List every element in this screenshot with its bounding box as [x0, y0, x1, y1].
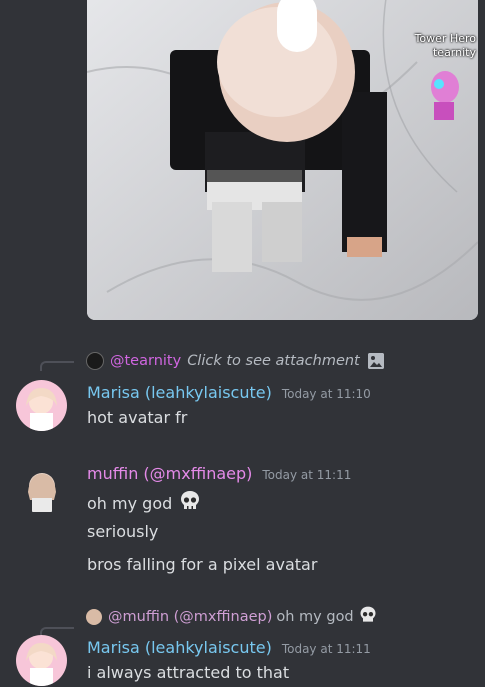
message-text: i always attracted to that: [87, 663, 290, 682]
message-text: seriously: [87, 522, 159, 541]
reply-preview-2[interactable]: @muffin (@mxffinaep) oh my god: [86, 605, 378, 629]
skull-emoji-icon: [358, 605, 378, 629]
skull-emoji-icon: [178, 489, 202, 517]
reply-avatar: [86, 352, 104, 370]
reply-text[interactable]: Click to see attachment: [187, 353, 360, 369]
image-attachment[interactable]: Tower Hero tearnity: [87, 0, 478, 320]
message-text: bros falling for a pixel avatar: [87, 555, 318, 574]
overlay-line-2: tearnity: [432, 46, 476, 59]
reply-username[interactable]: @muffin (@mxffinaep): [108, 609, 272, 625]
reply-text[interactable]: oh my god: [276, 609, 353, 625]
message-header-3: Marisa (leahkylaiscute) Today at 11:11: [87, 638, 371, 657]
username[interactable]: Marisa (leahkylaiscute): [87, 383, 272, 402]
image-icon: [367, 353, 384, 369]
reply-avatar: [86, 609, 102, 625]
reply-spine: [40, 361, 74, 371]
reply-preview-1[interactable]: @tearnity Click to see attachment: [86, 351, 384, 371]
overlay-line-1: Tower Hero: [414, 32, 476, 45]
avatar[interactable]: [20, 470, 64, 514]
timestamp[interactable]: Today at 11:11: [282, 642, 371, 656]
timestamp[interactable]: Today at 11:10: [282, 387, 371, 401]
reply-username[interactable]: @tearnity: [110, 353, 181, 369]
attachment-overlay-text: Tower Hero tearnity: [415, 32, 476, 60]
avatar[interactable]: [16, 635, 67, 686]
username[interactable]: muffin (@mxffinaep): [87, 464, 252, 483]
username[interactable]: Marisa (leahkylaiscute): [87, 638, 272, 657]
message-line: oh my god: [87, 489, 202, 517]
message-text: hot avatar fr: [87, 408, 188, 427]
avatar[interactable]: [16, 380, 67, 431]
message-text: oh my god: [87, 493, 173, 513]
message-header-2: muffin (@mxffinaep) Today at 11:11: [87, 464, 351, 483]
timestamp[interactable]: Today at 11:11: [262, 468, 351, 482]
message-header-1: Marisa (leahkylaiscute) Today at 11:10: [87, 383, 371, 402]
